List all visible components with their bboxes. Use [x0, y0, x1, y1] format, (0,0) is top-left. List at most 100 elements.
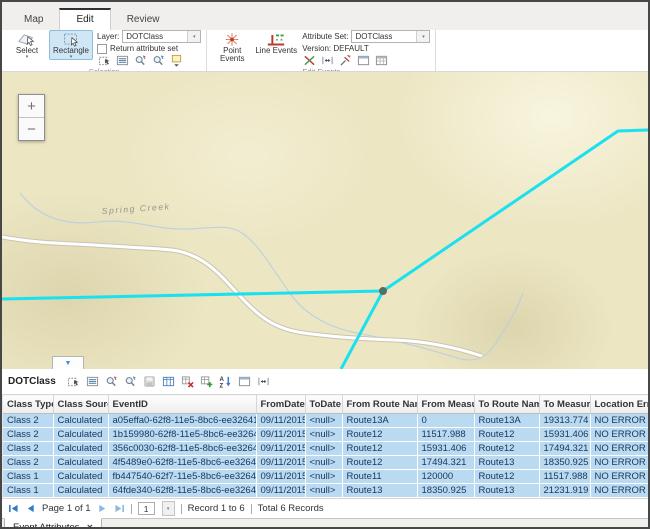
collapse-panel-button[interactable]: ▼	[52, 356, 84, 369]
map-view[interactable]: Spring Creek + − ▼	[2, 71, 648, 369]
table-cell: 09/11/2015	[256, 442, 305, 456]
column-header-from-measure[interactable]: From Measure	[417, 395, 474, 414]
zoom-to-selection-icon[interactable]	[133, 54, 148, 68]
table-cell: Route11	[342, 470, 417, 484]
column-header-class-source[interactable]: Class Source	[53, 395, 108, 414]
tab-event-attributes[interactable]: Event Attributes ✕	[4, 518, 102, 529]
table-cell: Calculated	[53, 442, 108, 456]
map-zoom-control: + −	[18, 94, 45, 141]
column-header-from-route-name[interactable]: From Route Name	[342, 395, 417, 414]
show-list-icon[interactable]	[115, 54, 130, 68]
table-row[interactable]: Class 1Calculatedfb447540-62f7-11e5-8bc6…	[3, 470, 649, 484]
snap-event-icon[interactable]	[338, 54, 353, 68]
table-cell: Route13A	[342, 414, 417, 428]
table-cell: Class 1	[3, 470, 53, 484]
table-row[interactable]: Class 2Calculated1b159980-62f8-11e5-8bc6…	[3, 428, 649, 442]
select-features-icon[interactable]	[97, 54, 112, 68]
point-events-icon	[222, 32, 242, 47]
table-cell: 09/11/2015	[256, 456, 305, 470]
previous-page-button[interactable]	[25, 504, 36, 513]
tab-review[interactable]: Review	[111, 8, 176, 30]
table-cell: 64fde340-62f8-11e5-8bc6-ee32641d5ec9	[108, 484, 256, 498]
measure-gap-icon[interactable]	[256, 375, 271, 389]
chevron-down-icon: ▾	[70, 55, 73, 59]
layer-label: Layer:	[97, 32, 119, 41]
show-list-icon[interactable]	[85, 375, 100, 389]
column-header-to-measure[interactable]: To Measure	[539, 395, 590, 414]
column-header-todate[interactable]: ToDate	[305, 395, 342, 414]
table-row[interactable]: Class 1Calculated64fde340-62f8-11e5-8bc6…	[3, 484, 649, 498]
table-cell: Route12	[474, 470, 539, 484]
zoom-in-button[interactable]: +	[19, 95, 44, 118]
table-cell: 09/11/2015	[256, 428, 305, 442]
panel-tab-bar: Event Attributes ✕	[2, 518, 648, 529]
return-attribute-set-checkbox[interactable]	[97, 44, 107, 54]
attribute-table-icon[interactable]	[161, 375, 176, 389]
page-number-input[interactable]: 1	[138, 502, 155, 515]
table-cell: Route12	[342, 428, 417, 442]
table-cell: 11517.988	[539, 470, 590, 484]
divider	[181, 504, 182, 514]
measure-gap-icon[interactable]	[320, 54, 335, 68]
layer-dropdown-value: DOTClass	[123, 31, 187, 42]
page-number-dropdown[interactable]: ▾	[162, 501, 175, 516]
table-cell: Calculated	[53, 484, 108, 498]
table-row[interactable]: Class 2Calculated4f5489e0-62f8-11e5-8bc6…	[3, 456, 649, 470]
panel-title: DOTClass	[8, 376, 56, 387]
save-edits-icon[interactable]	[142, 375, 157, 389]
table-cell: Route12	[342, 456, 417, 470]
table-cell: 1b159980-62f8-11e5-8bc6-ee32641d5ec9	[108, 428, 256, 442]
split-event-icon[interactable]	[302, 54, 317, 68]
column-header-eventid[interactable]: EventID	[108, 395, 256, 414]
chevron-down-icon: ▾	[26, 55, 29, 59]
rectangle-tool-button[interactable]: Rectangle ▾	[49, 30, 93, 60]
table-cell: NO ERROR	[590, 442, 649, 456]
select-features-icon[interactable]	[66, 375, 81, 389]
chevron-down-icon[interactable]: ▾	[187, 31, 200, 42]
table-cell: <null>	[305, 456, 342, 470]
delete-record-icon[interactable]	[180, 375, 195, 389]
junction-vertex[interactable]	[380, 288, 386, 294]
last-page-button[interactable]	[114, 504, 125, 513]
floating-window-icon[interactable]	[356, 54, 371, 68]
pan-to-selection-icon[interactable]	[151, 54, 166, 68]
column-header-to-route-name[interactable]: To Route Name	[474, 395, 539, 414]
column-header-location-error[interactable]: Location Error	[590, 395, 649, 414]
attribute-set-dropdown[interactable]: DOTClass ▾	[351, 30, 430, 43]
layer-dropdown[interactable]: DOTClass ▾	[122, 30, 201, 43]
table-row[interactable]: Class 2Calculated356c0030-62f8-11e5-8bc6…	[3, 442, 649, 456]
line-events-button[interactable]: Line Events	[254, 30, 298, 56]
record-range-text: Record 1 to 6	[188, 503, 245, 514]
pan-to-selection-icon[interactable]	[123, 375, 138, 389]
tab-edit[interactable]: Edit	[59, 8, 110, 30]
sort-records-icon[interactable]: AZ	[218, 375, 233, 389]
divider	[131, 504, 132, 514]
close-icon[interactable]: ✕	[87, 523, 94, 529]
point-events-button[interactable]: Point Events	[210, 30, 254, 65]
column-header-class-type[interactable]: Class Type	[3, 395, 53, 414]
chevron-down-icon: ▼	[65, 360, 72, 367]
chevron-down-icon[interactable]: ▾	[416, 31, 429, 42]
attribute-window-icon[interactable]	[374, 54, 389, 68]
tab-map[interactable]: Map	[8, 8, 59, 30]
table-cell: NO ERROR	[590, 484, 649, 498]
table-cell: Class 2	[3, 456, 53, 470]
creek-label: Spring Creek	[101, 201, 170, 216]
map-overlay: Spring Creek	[2, 72, 648, 369]
table-cell: NO ERROR	[590, 470, 649, 484]
edit-events-tools	[302, 55, 430, 66]
table-row[interactable]: Class 2Calculateda05effa0-62f8-11e5-8bc6…	[3, 414, 649, 428]
rectangle-tool-icon	[61, 32, 81, 47]
zoom-out-button[interactable]: −	[19, 118, 44, 140]
next-page-button[interactable]	[97, 504, 108, 513]
selection-group: Select ▾ Rectangle ▾ Layer: DOTClass	[2, 30, 207, 71]
floating-window-icon[interactable]	[237, 375, 252, 389]
column-header-fromdate[interactable]: FromDate	[256, 395, 305, 414]
select-tool-button[interactable]: Select ▾	[5, 30, 49, 60]
selection-options-icon[interactable]	[169, 54, 184, 68]
first-page-button[interactable]	[8, 504, 19, 513]
zoom-to-selection-icon[interactable]	[104, 375, 119, 389]
add-record-icon[interactable]	[199, 375, 214, 389]
table-cell: fb447540-62f7-11e5-8bc6-ee32641d5ec9	[108, 470, 256, 484]
table-cell: Route12	[474, 442, 539, 456]
